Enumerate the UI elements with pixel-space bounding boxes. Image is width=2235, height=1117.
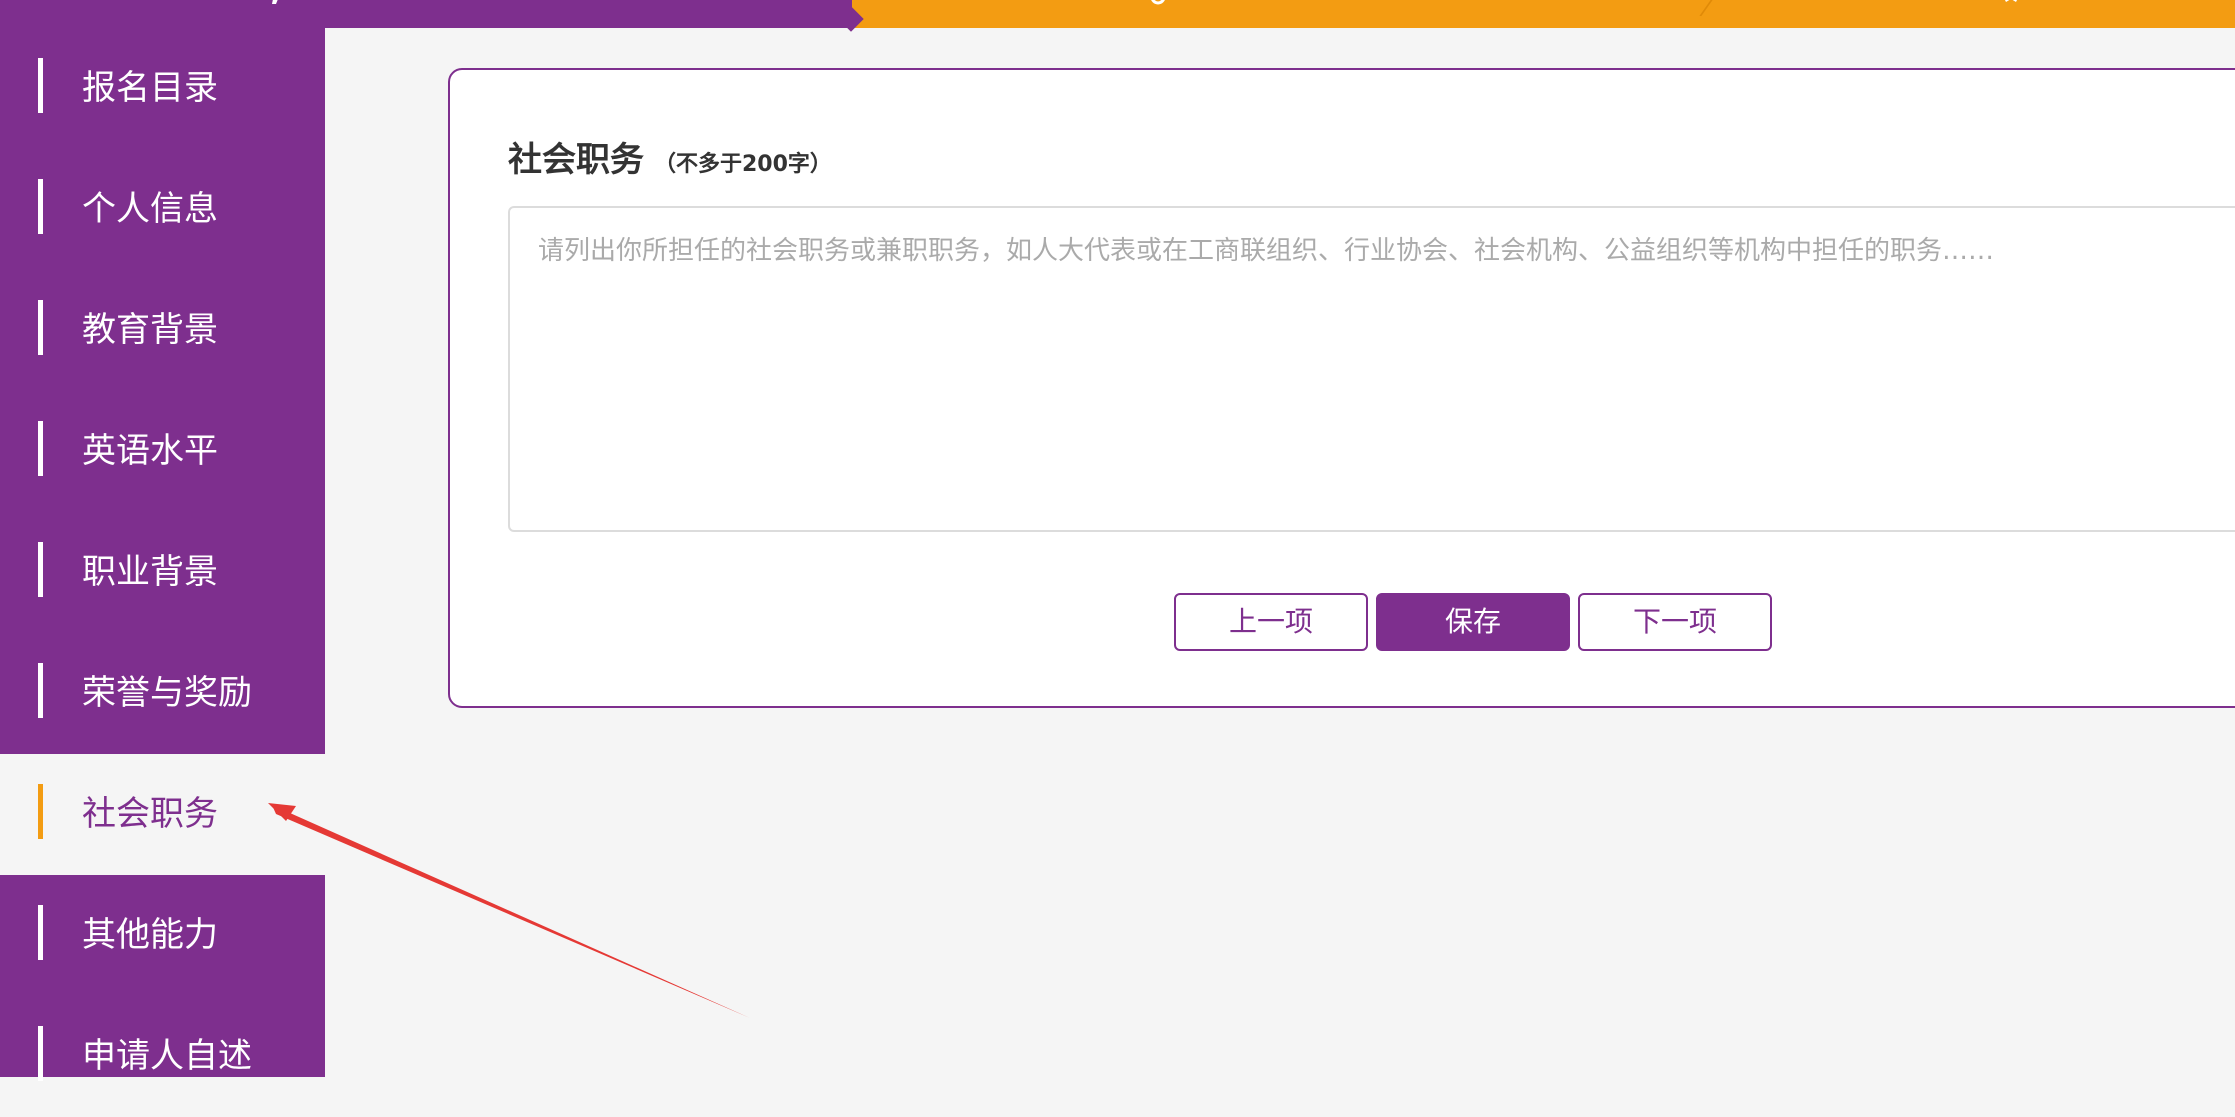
nav-indicator bbox=[38, 905, 43, 960]
sidebar-item-english-level[interactable]: 英语水平 bbox=[0, 391, 325, 512]
sidebar-item-label: 教育背景 bbox=[82, 310, 218, 350]
nav-indicator bbox=[38, 58, 43, 113]
search-icon bbox=[1151, 0, 1165, 5]
nav-indicator bbox=[38, 663, 43, 718]
sidebar-item-label: 报名目录 bbox=[82, 68, 218, 108]
sidebar-item-career[interactable]: 职业背景 bbox=[0, 512, 325, 633]
star-icon bbox=[2005, 0, 2017, 2]
form-card: 社会职务 （不多于200字） 上一项 保存 下一项 bbox=[448, 68, 2235, 708]
nav-indicator bbox=[38, 421, 43, 476]
sidebar-item-registration-directory[interactable]: 报名目录 bbox=[0, 28, 325, 149]
nav-indicator bbox=[38, 784, 43, 839]
nav-indicator bbox=[38, 300, 43, 355]
step-current bbox=[0, 0, 852, 28]
sidebar-item-label: 社会职务 bbox=[82, 794, 218, 834]
sidebar-item-label: 荣誉与奖励 bbox=[82, 673, 252, 713]
nav-indicator bbox=[38, 179, 43, 234]
pencil-icon bbox=[272, 0, 278, 4]
sidebar-item-social-positions[interactable]: 社会职务 bbox=[0, 754, 325, 875]
sidebar-item-personal-statement[interactable]: 申请人自述 bbox=[0, 996, 325, 1117]
sidebar: 报名目录 个人信息 教育背景 英语水平 职业背景 荣誉与奖励 社会职务 其他能力… bbox=[0, 28, 325, 1081]
form-title-note: （不多于200字） bbox=[654, 152, 832, 177]
sidebar-item-other-abilities[interactable]: 其他能力 bbox=[0, 875, 325, 996]
nav-indicator bbox=[38, 1026, 43, 1081]
sidebar-item-label: 英语水平 bbox=[82, 431, 218, 471]
next-button[interactable]: 下一项 bbox=[1578, 593, 1772, 651]
form-title: 社会职务 bbox=[508, 140, 644, 180]
sidebar-item-label: 职业背景 bbox=[82, 552, 218, 592]
step-remaining bbox=[852, 0, 2235, 28]
nav-indicator bbox=[38, 542, 43, 597]
prev-button[interactable]: 上一项 bbox=[1174, 593, 1368, 651]
sidebar-item-honors[interactable]: 荣誉与奖励 bbox=[0, 633, 325, 754]
sidebar-item-personal-info[interactable]: 个人信息 bbox=[0, 149, 325, 270]
sidebar-item-label: 申请人自述 bbox=[82, 1036, 252, 1076]
sidebar-item-label: 个人信息 bbox=[82, 189, 218, 229]
annotation-arrow-shaft bbox=[272, 805, 750, 1018]
sidebar-item-education[interactable]: 教育背景 bbox=[0, 270, 325, 391]
social-positions-textarea[interactable] bbox=[508, 206, 2235, 532]
save-button[interactable]: 保存 bbox=[1376, 593, 1570, 651]
form-heading: 社会职务 （不多于200字） bbox=[508, 132, 832, 181]
step-progress-bar bbox=[0, 0, 2235, 32]
sidebar-item-label: 其他能力 bbox=[82, 915, 218, 955]
